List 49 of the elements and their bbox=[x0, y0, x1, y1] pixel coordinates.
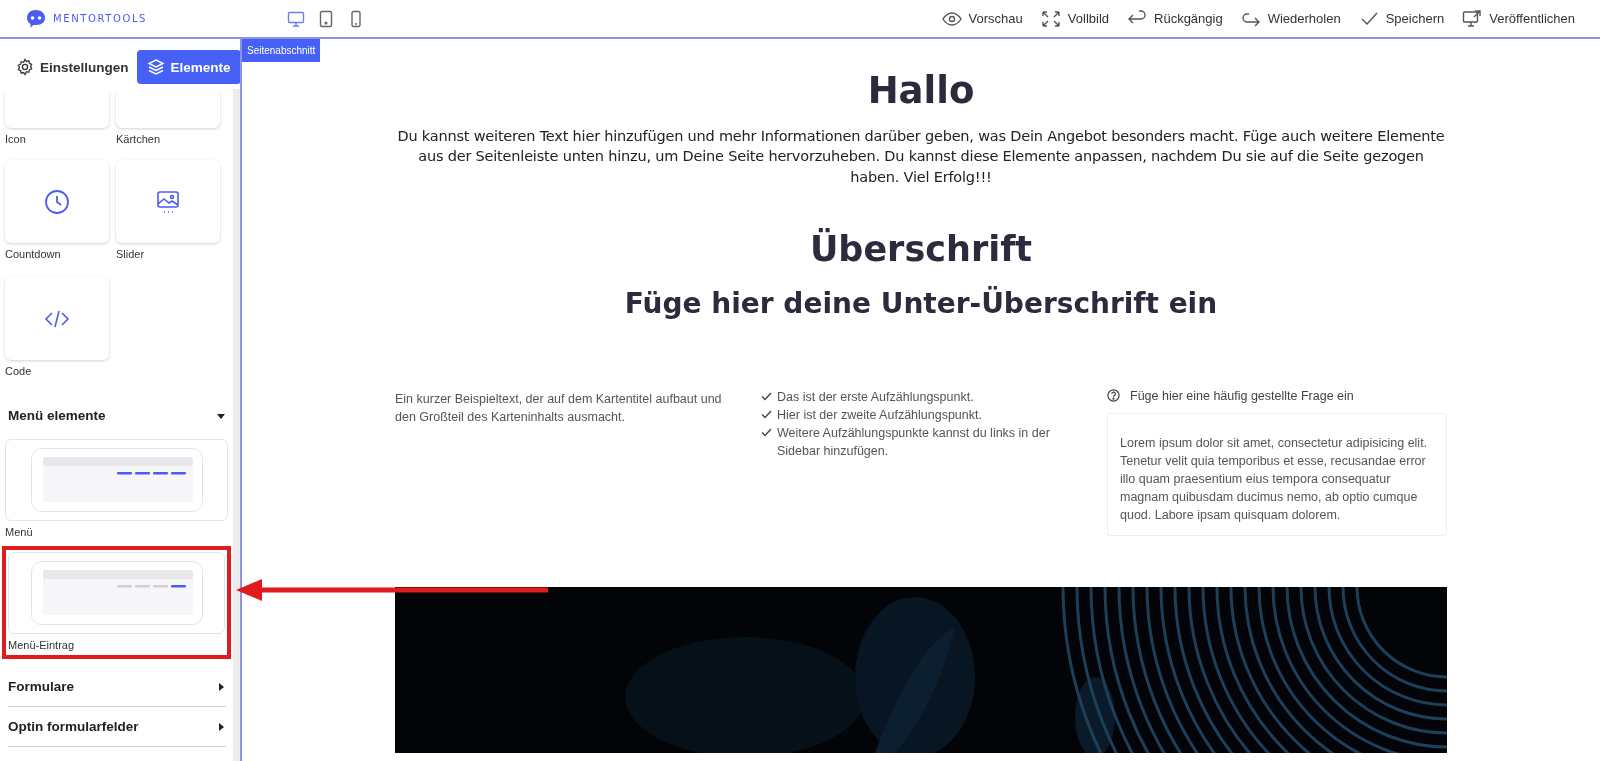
toolbar-button[interactable]: Rückgängig bbox=[1127, 9, 1223, 28]
page-title: Hallo bbox=[867, 69, 975, 112]
subheading: Füge hier deine Unter-Überschrift ein bbox=[624, 286, 1218, 320]
bullet-text: Das ist der erste Aufzählungspunkt. bbox=[777, 388, 974, 406]
element-card[interactable] bbox=[8, 552, 225, 634]
toolbar-button[interactable]: Speichern bbox=[1358, 9, 1445, 28]
element-label: Menü-Eintrag bbox=[8, 639, 76, 651]
element-label: Kärtchen bbox=[116, 133, 162, 145]
question-icon bbox=[1107, 389, 1120, 403]
bullet-text: Weitere Aufzählungspunkte kannst du links in der Sidebar hinzufügen. bbox=[777, 425, 1051, 461]
monitor-icon bbox=[1462, 9, 1483, 28]
element-card[interactable] bbox=[116, 160, 220, 243]
layers-icon bbox=[146, 58, 165, 76]
desktop-icon[interactable] bbox=[287, 9, 305, 28]
section-header[interactable]: Menü elemente bbox=[8, 396, 226, 435]
toolbar-button[interactable]: Vorschau bbox=[941, 9, 1023, 28]
bullet-text: Hier ist der zweite Aufzählungspunkt. bbox=[777, 407, 982, 424]
section-badge[interactable]: Seitenabschnitt bbox=[242, 39, 321, 62]
element-label: Countdown bbox=[5, 248, 62, 260]
clock-icon bbox=[44, 188, 70, 215]
sidebar-tab[interactable]: Elemente bbox=[136, 50, 240, 84]
toolbar-button[interactable]: Wiederholen bbox=[1240, 9, 1341, 28]
section-header[interactable]: Formulare bbox=[8, 667, 226, 707]
settings-icon bbox=[16, 58, 34, 76]
toolbar-button[interactable]: Vollbild bbox=[1040, 9, 1109, 28]
check-icon bbox=[761, 391, 772, 401]
faq-question[interactable]: Füge hier eine häufig gestellte Frage ein bbox=[1130, 388, 1354, 403]
scrollbar[interactable] bbox=[233, 89, 240, 761]
check-icon bbox=[761, 428, 772, 438]
element-label: Slider bbox=[116, 248, 146, 260]
element-label: Code bbox=[5, 365, 33, 377]
tablet-icon[interactable] bbox=[317, 9, 335, 28]
logo-text: MENTORTOOLS bbox=[53, 13, 147, 24]
card-text: Ein kurzer Beispieltext, der auf dem Kartentitel aufbaut und den Großteil des Karteninhalts ausmacht. bbox=[395, 390, 723, 426]
element-label: Menü bbox=[5, 526, 34, 538]
section-header[interactable]: Optin formularfelder bbox=[8, 707, 226, 747]
element-label: Icon bbox=[5, 133, 27, 145]
element-card[interactable] bbox=[5, 439, 228, 521]
robot-logo-icon bbox=[25, 8, 47, 29]
faq-answer: Lorem ipsum dolor sit amet, consectetur adipisicing elit. Tenetur velit quia temporibus et esse, recusandae error illo quam praesentium eius tempora consequatur magnam quibusdam ducimus nemo, ab optio cumque quod. Labore ipsam quisquam dolorem. bbox=[1107, 412, 1447, 536]
image-icon bbox=[155, 188, 181, 215]
intro-text: Du kannst weiteren Text hier hinzufügen und mehr Informationen darüber geben, was Dein Angebot besonders macht. Füge auch weitere Elemente aus der Seitenleiste unten hinzu, um Deine Seite hervorzuheben. Du kannst diese Elemente anpassen, nachdem Du sie auf die Seite gezogen haben. Viel Erfolg!!! bbox=[396, 127, 1446, 187]
check-icon bbox=[761, 410, 772, 419]
eye-icon bbox=[941, 9, 962, 28]
sidebar-tab[interactable]: Einstellungen bbox=[14, 52, 131, 82]
expand-icon bbox=[1040, 9, 1061, 28]
element-card[interactable] bbox=[5, 160, 109, 243]
heading: Überschrift bbox=[809, 228, 1033, 269]
toolbar-button[interactable]: Veröffentlichen bbox=[1462, 9, 1575, 28]
